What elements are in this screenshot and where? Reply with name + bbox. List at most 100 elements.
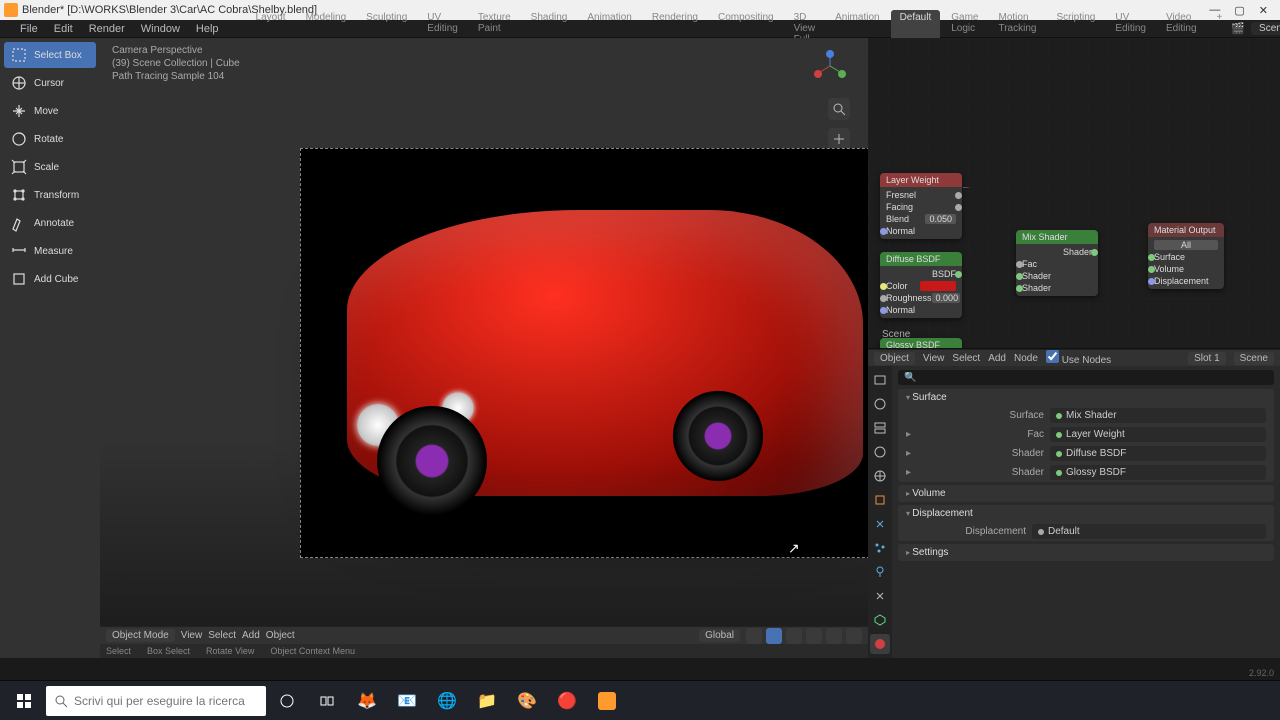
app-icon-2[interactable]: 📧 xyxy=(388,685,426,717)
node-editor[interactable]: Layer Weight Fresnel Facing Blend0.050 N… xyxy=(868,38,1280,349)
node-header[interactable]: Mix Shader xyxy=(1016,230,1098,244)
menu-render[interactable]: Render xyxy=(81,23,133,35)
section-volume[interactable]: Volume xyxy=(898,485,1274,502)
taskbar-search-input[interactable] xyxy=(74,694,258,708)
taskbar-search[interactable] xyxy=(46,686,266,716)
vp-line1: Camera Perspective xyxy=(112,44,240,57)
tab-object[interactable] xyxy=(870,490,890,510)
use-nodes-checkbox[interactable]: Use Nodes xyxy=(1046,350,1111,366)
shading-rendered-button[interactable] xyxy=(806,628,822,644)
ne-scene-selector[interactable]: Scene xyxy=(1234,352,1274,365)
diffuse-color-swatch[interactable] xyxy=(920,281,956,291)
pan-icon[interactable] xyxy=(828,128,850,150)
fac-value[interactable]: Layer Weight xyxy=(1050,427,1266,442)
displacement-value[interactable]: Default xyxy=(1032,524,1266,539)
tab-physics[interactable] xyxy=(870,562,890,582)
app-icon-3[interactable]: 🌐 xyxy=(428,685,466,717)
app-icon-5[interactable]: 🎨 xyxy=(508,685,546,717)
maximize-button[interactable]: ▢ xyxy=(1234,4,1244,17)
taskview-icon[interactable] xyxy=(308,685,346,717)
pause-button[interactable] xyxy=(846,628,862,644)
properties-search[interactable] xyxy=(898,370,1274,385)
ne-menu-node[interactable]: Node xyxy=(1014,353,1038,364)
shading-solid-button[interactable] xyxy=(766,628,782,644)
tool-label: Add Cube xyxy=(34,274,78,285)
vp-menu-add[interactable]: Add xyxy=(242,630,260,641)
shading-wire-button[interactable] xyxy=(746,628,762,644)
close-button[interactable]: ✕ xyxy=(1259,4,1268,17)
vp-menu-select[interactable]: Select xyxy=(208,630,236,641)
node-mix-shader[interactable]: Mix Shader Shader Fac Shader Shader xyxy=(1016,230,1098,296)
status-contextmenu: Object Context Menu xyxy=(270,646,355,656)
tool-rotate[interactable]: Rotate xyxy=(4,126,96,152)
tool-annotate[interactable]: Annotate xyxy=(4,210,96,236)
viewport-3d[interactable]: Camera Perspective (39) Scene Collection… xyxy=(100,38,868,658)
overlay-toggle[interactable] xyxy=(826,628,842,644)
app-icon-1[interactable]: 🦊 xyxy=(348,685,386,717)
tool-transform[interactable]: Transform xyxy=(4,182,96,208)
ne-menu-view[interactable]: View xyxy=(923,353,945,364)
orientation-selector[interactable]: Global xyxy=(699,629,740,642)
tool-measure[interactable]: Measure xyxy=(4,238,96,264)
scene-selector[interactable]: Scene xyxy=(1251,22,1280,35)
wheel-front xyxy=(377,406,487,516)
mouse-cursor xyxy=(788,540,798,554)
tab-output[interactable] xyxy=(870,394,890,414)
node-header[interactable]: Layer Weight xyxy=(880,173,962,187)
node-layer-weight[interactable]: Layer Weight Fresnel Facing Blend0.050 N… xyxy=(880,173,962,239)
blend-value[interactable]: 0.050 xyxy=(925,214,956,224)
wheel-rear xyxy=(673,391,763,481)
ne-menu-add[interactable]: Add xyxy=(988,353,1006,364)
tool-select-box[interactable]: Select Box xyxy=(4,42,96,68)
app-blender-icon[interactable] xyxy=(588,685,626,717)
node-editor-header: Object View Select Add Node Use Nodes Sl… xyxy=(868,349,1280,366)
node-header[interactable]: Diffuse BSDF xyxy=(880,252,962,266)
vp-menu-object[interactable]: Object xyxy=(266,630,295,641)
mode-selector[interactable]: Object Mode xyxy=(106,629,175,642)
app-icon-4[interactable]: 📁 xyxy=(468,685,506,717)
output-target[interactable]: All xyxy=(1154,240,1218,250)
ne-object-selector[interactable]: Object xyxy=(874,352,915,365)
section-displacement[interactable]: Displacement xyxy=(898,505,1274,522)
diffuse-rough-value[interactable]: 0.000 xyxy=(932,293,960,303)
section-settings[interactable]: Settings xyxy=(898,544,1274,561)
cortana-icon[interactable] xyxy=(268,685,306,717)
tool-scale[interactable]: Scale xyxy=(4,154,96,180)
tool-icon xyxy=(10,158,28,176)
node-header[interactable]: Material Output xyxy=(1148,223,1224,237)
tab-viewlayer[interactable] xyxy=(870,418,890,438)
surface-shader-value[interactable]: Mix Shader xyxy=(1050,408,1266,423)
tool-move[interactable]: Move xyxy=(4,98,96,124)
slot-selector[interactable]: Slot 1 xyxy=(1188,352,1226,365)
tool-label: Annotate xyxy=(34,218,74,229)
vp-menu-view[interactable]: View xyxy=(181,630,203,641)
shader2-value[interactable]: Glossy BSDF xyxy=(1050,465,1266,480)
menu-file[interactable]: File xyxy=(12,23,46,35)
tab-material[interactable] xyxy=(870,634,890,654)
toolbar-left: Select BoxCursorMoveRotateScaleTransform… xyxy=(0,38,100,658)
render-border xyxy=(300,148,868,558)
shader1-value[interactable]: Diffuse BSDF xyxy=(1050,446,1266,461)
start-button[interactable] xyxy=(4,685,44,717)
zoom-icon[interactable] xyxy=(828,98,850,120)
shading-matpreview-button[interactable] xyxy=(786,628,802,644)
node-diffuse-bsdf[interactable]: Diffuse BSDF BSDF Color Roughness0.000 N… xyxy=(880,252,962,318)
tool-cursor[interactable]: Cursor xyxy=(4,70,96,96)
tab-scene[interactable] xyxy=(870,442,890,462)
tab-world[interactable] xyxy=(870,466,890,486)
node-material-output[interactable]: Material Output All Surface Volume Displ… xyxy=(1148,223,1224,289)
tool-label: Measure xyxy=(34,246,73,257)
nav-gizmo[interactable] xyxy=(810,46,850,86)
tool-add-cube[interactable]: Add Cube xyxy=(4,266,96,292)
tab-particles[interactable] xyxy=(870,538,890,558)
ne-menu-select[interactable]: Select xyxy=(952,353,980,364)
menu-window[interactable]: Window xyxy=(133,23,188,35)
section-surface[interactable]: Surface xyxy=(898,389,1274,406)
menu-help[interactable]: Help xyxy=(188,23,227,35)
tab-modifiers[interactable] xyxy=(870,514,890,534)
app-icon-6[interactable]: 🔴 xyxy=(548,685,586,717)
tab-data[interactable] xyxy=(870,610,890,630)
menu-edit[interactable]: Edit xyxy=(46,23,81,35)
tab-render[interactable] xyxy=(870,370,890,390)
tab-constraints[interactable] xyxy=(870,586,890,606)
